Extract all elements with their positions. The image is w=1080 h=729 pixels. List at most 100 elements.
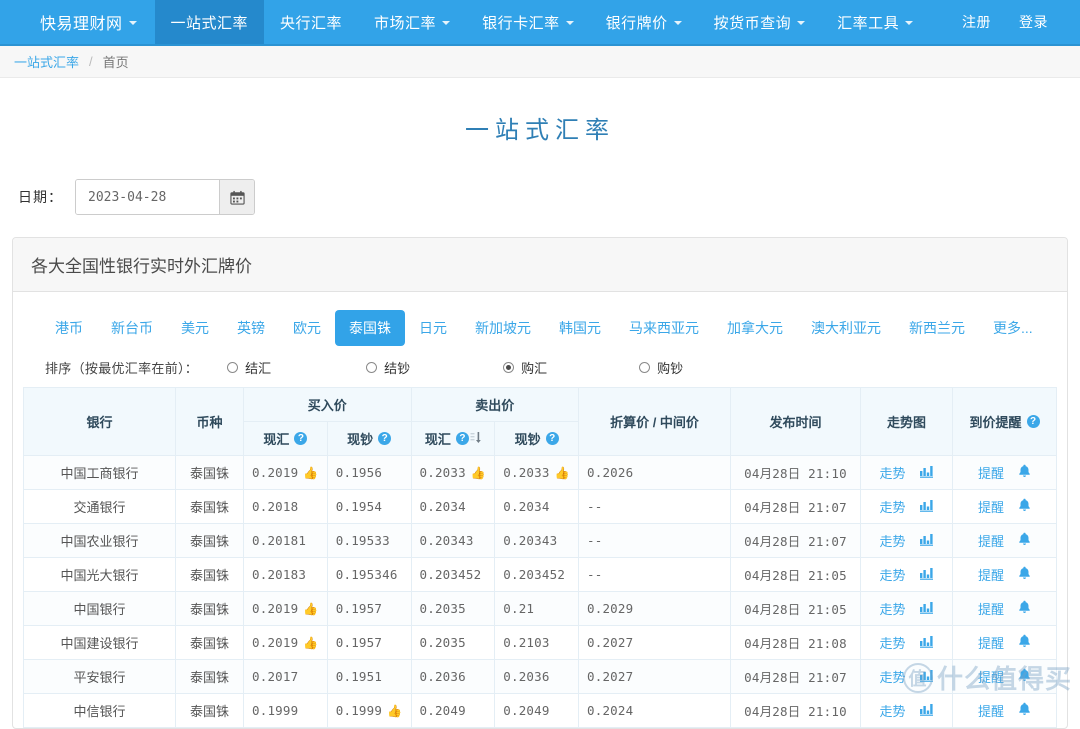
currency-tab-thb[interactable]: 泰国铢 [335,310,405,346]
alert-link[interactable]: 提醒 [978,565,1004,584]
calendar-button[interactable] [219,180,254,214]
sort-option-buy-cash[interactable]: 购钞 [639,358,683,377]
bar-chart-icon[interactable] [919,465,934,481]
date-filter: 日期： [18,179,1080,215]
cell-sell-cash: 0.20343 [494,523,579,558]
currency-tab-nzd[interactable]: 新西兰元 [895,310,979,346]
exchange-rates-table: 银行 币种 买入价 卖出价 折算价 / 中间价 发布时间 走势图 到价提醒 ? [23,387,1057,728]
help-icon[interactable]: ? [455,432,469,445]
trend-link[interactable]: 走势 [879,667,905,686]
bar-chart-icon[interactable] [919,567,934,583]
col-header-buy-cash[interactable]: 现钞 ? [326,421,412,456]
currency-tab-myr[interactable]: 马来西亚元 [615,310,713,346]
cell-buy-spot-value: 0.2017 [252,669,299,684]
bell-icon[interactable] [1018,566,1031,583]
cell-buy-cash-value: 0.1954 [335,499,383,514]
register-link[interactable]: 注册 [948,0,1005,44]
currency-tab-sgd[interactable]: 新加坡元 [461,310,545,346]
alert-link[interactable]: 提醒 [978,463,1004,482]
alert-link[interactable]: 提醒 [978,531,1004,550]
nav-item-market-rate[interactable]: 市场汇率 [358,0,466,44]
bell-icon[interactable] [1018,668,1031,685]
currency-tab-eur[interactable]: 欧元 [279,310,335,346]
bell-icon[interactable] [1018,498,1031,515]
currency-tab-gbp[interactable]: 英镑 [223,310,279,346]
help-icon[interactable]: ? [545,432,559,445]
alert-link[interactable]: 提醒 [978,633,1004,652]
col-header-sell-cash[interactable]: 现钞 ? [494,421,579,456]
currency-tab-jpy[interactable]: 日元 [405,310,461,346]
trend-link[interactable]: 走势 [879,599,905,618]
bell-icon[interactable] [1018,600,1031,617]
help-icon[interactable]: ? [378,432,392,445]
sort-option-settle-exchange[interactable]: 结汇 [227,358,271,377]
cell-buy-spot-value: 0.2019 [252,465,299,480]
cell-sell-cash-value: 0.2034 [503,499,550,514]
cell-trend: 走势 [860,489,953,524]
nav-item-bank-card-rate[interactable]: 银行卡汇率 [466,0,590,44]
currency-tab-hkd[interactable]: 港币 [41,310,97,346]
currency-tab-usd[interactable]: 美元 [167,310,223,346]
alert-link[interactable]: 提醒 [978,667,1004,686]
cell-buy-cash: 0.1951 [326,659,412,694]
col-header-sell-spot-label: 现汇 [424,432,451,447]
alert-link[interactable]: 提醒 [978,599,1004,618]
date-input[interactable] [76,180,219,214]
cell-publish-time: 04月28日 21:07 [730,523,861,558]
login-link[interactable]: 登录 [1005,0,1062,44]
nav-item-central-bank-rate[interactable]: 央行汇率 [264,0,358,44]
bar-chart-icon[interactable] [919,601,934,617]
trend-link[interactable]: 走势 [879,701,905,720]
trend-link[interactable]: 走势 [879,497,905,516]
help-icon[interactable]: ? [1026,415,1040,428]
currency-tab-cad[interactable]: 加拿大元 [713,310,797,346]
cell-trend: 走势 [860,693,953,728]
cell-trend: 走势 [860,523,953,558]
bell-icon[interactable] [1018,532,1031,549]
trend-link[interactable]: 走势 [879,565,905,584]
bell-icon[interactable] [1018,702,1031,719]
currency-tab-aud[interactable]: 澳大利亚元 [797,310,895,346]
currency-tab-twd[interactable]: 新台币 [97,310,167,346]
trend-action-group: 走势 [869,701,944,720]
sort-option-buy-exchange[interactable]: 购汇 [503,358,547,377]
cell-buy-spot-value: 0.20181 [252,533,307,548]
alert-link[interactable]: 提醒 [978,701,1004,720]
trend-action-group: 走势 [869,667,944,686]
nav-item-bank-quotes[interactable]: 银行牌价 [590,0,698,44]
cell-conversion: 0.2024 [578,693,731,728]
nav-brand[interactable]: 快易理财网 [0,0,155,44]
breadcrumb-link[interactable]: 一站式汇率 [14,52,79,71]
currency-tab-more[interactable]: 更多... [979,310,1047,346]
nav-item-query-by-currency[interactable]: 按货币查询 [698,0,822,44]
cell-sell-cash-value: 0.21 [503,601,535,616]
cell-alert: 提醒 [952,625,1057,660]
trend-link[interactable]: 走势 [879,633,905,652]
bar-chart-icon[interactable] [919,533,934,549]
best-rate-icon: 👍 [303,636,319,650]
nav-item-onestop-rate[interactable]: 一站式汇率 [154,0,265,44]
currency-tab-krw[interactable]: 韩国元 [545,310,615,346]
cell-alert: 提醒 [952,693,1057,728]
bell-icon[interactable] [1018,634,1031,651]
cell-buy-cash: 0.1999 👍 [326,693,412,728]
cell-publish-time: 04月28日 21:05 [730,591,861,626]
sort-option-settle-cash[interactable]: 结钞 [366,358,410,377]
bar-chart-icon[interactable] [919,703,934,719]
alert-link[interactable]: 提醒 [978,497,1004,516]
col-header-sell-spot[interactable]: 现汇 ? [410,421,496,456]
bar-chart-icon[interactable] [919,635,934,651]
trend-link[interactable]: 走势 [879,463,905,482]
cell-publish-time-value: 04月28日 21:08 [744,636,847,651]
trend-link[interactable]: 走势 [879,531,905,550]
sort-descending-icon[interactable] [470,431,481,447]
bar-chart-icon[interactable] [919,499,934,515]
radio-icon [366,362,378,373]
bell-icon[interactable] [1018,464,1031,481]
nav-item-rate-tools[interactable]: 汇率工具 [821,0,929,44]
table-row: 中国光大银行 泰国铢 0.20183 0.195346 0.203452 0.203452… [23,557,1057,592]
cell-sell-cash-value: 0.2103 [503,635,550,650]
bar-chart-icon[interactable] [919,669,934,685]
help-icon[interactable]: ? [294,432,308,445]
col-header-buy-spot[interactable]: 现汇 ? [243,421,328,456]
